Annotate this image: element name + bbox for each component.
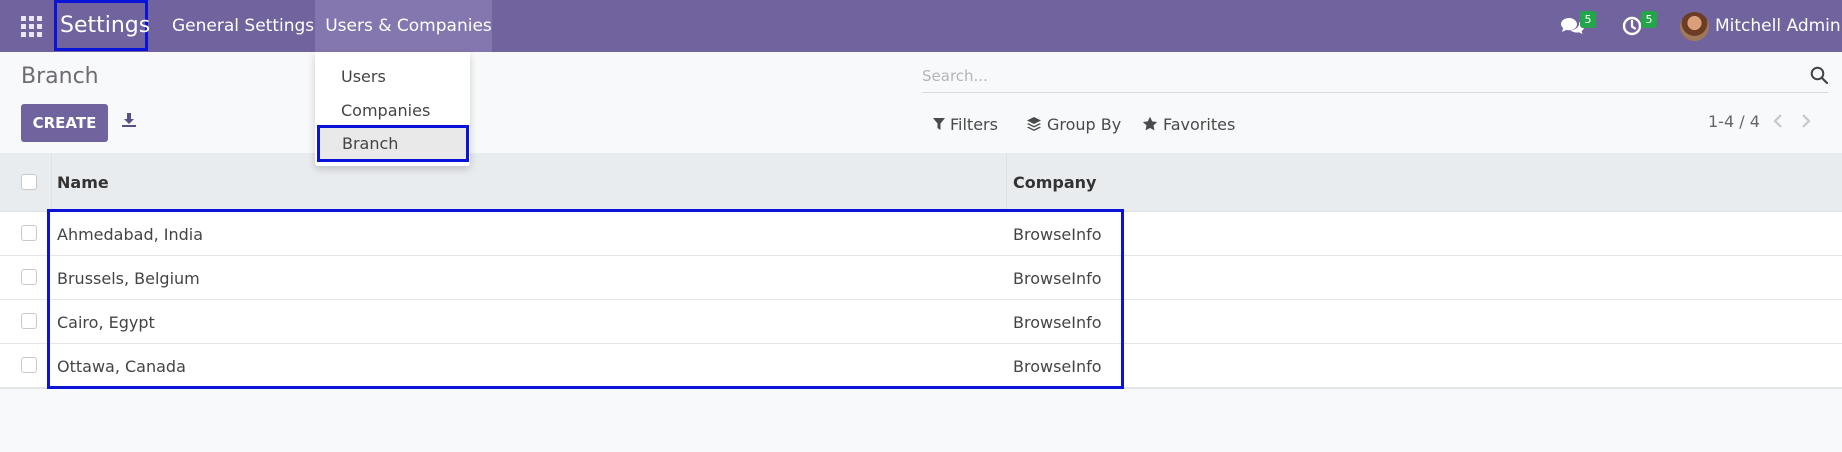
cell-company[interactable]: BrowseInfo <box>1013 344 1102 388</box>
search-input[interactable] <box>922 64 1782 88</box>
row-checkbox[interactable] <box>21 357 37 373</box>
table-bottom-border <box>0 388 1842 389</box>
row-checkbox[interactable] <box>21 269 37 285</box>
pager-previous-button[interactable] <box>1772 113 1786 133</box>
cell-company[interactable]: BrowseInfo <box>1013 212 1102 256</box>
column-header-company[interactable]: Company <box>1013 153 1096 212</box>
filters-label: Filters <box>950 114 998 134</box>
filters-button[interactable]: Filters <box>933 112 998 136</box>
favorites-button[interactable]: Favorites <box>1142 112 1235 136</box>
column-divider[interactable] <box>1006 153 1007 212</box>
users-companies-dropdown: Users Companies Branch <box>315 52 470 166</box>
menu-users-companies[interactable]: Users & Companies <box>315 0 492 52</box>
messages-count-badge: 5 <box>1580 11 1596 28</box>
cell-name[interactable]: Cairo, Egypt <box>57 300 155 344</box>
clock-icon <box>1622 16 1642 36</box>
download-icon <box>122 113 136 127</box>
activities-count-badge: 5 <box>1641 11 1657 28</box>
group-by-label: Group By <box>1047 114 1122 134</box>
export-button[interactable] <box>121 112 137 128</box>
group-by-button[interactable]: Group By <box>1026 112 1121 136</box>
top-navbar: Settings General Settings Users & Compan… <box>0 0 1842 52</box>
row-checkbox[interactable] <box>21 313 37 329</box>
dropdown-item-companies[interactable]: Companies <box>341 96 430 124</box>
table-row[interactable]: Cairo, Egypt BrowseInfo <box>0 300 1842 344</box>
cell-name[interactable]: Brussels, Belgium <box>57 256 200 300</box>
pager-value[interactable]: 1-4 / 4 <box>1708 112 1760 131</box>
table-row[interactable]: Ottawa, Canada BrowseInfo <box>0 344 1842 388</box>
filter-icon <box>933 118 945 130</box>
cell-name[interactable]: Ottawa, Canada <box>57 344 186 388</box>
pager-next-button[interactable] <box>1800 113 1814 133</box>
cell-company[interactable]: BrowseInfo <box>1013 300 1102 344</box>
layers-icon <box>1027 117 1041 131</box>
menu-general-settings[interactable]: General Settings <box>172 0 314 52</box>
cell-company[interactable]: BrowseInfo <box>1013 256 1102 300</box>
row-checkbox[interactable] <box>21 225 37 241</box>
search-bar <box>922 58 1828 93</box>
chevron-right-icon <box>1802 114 1811 128</box>
cell-name[interactable]: Ahmedabad, India <box>57 212 203 256</box>
create-button[interactable]: CREATE <box>21 104 108 142</box>
dropdown-item-users[interactable]: Users <box>341 62 386 90</box>
activities-button[interactable] <box>1622 0 1642 52</box>
user-avatar[interactable] <box>1680 12 1709 41</box>
table-row[interactable]: Brussels, Belgium BrowseInfo <box>0 256 1842 300</box>
table-header: Name Company <box>0 153 1842 212</box>
star-icon <box>1142 116 1158 131</box>
user-name[interactable]: Mitchell Admin <box>1715 0 1841 52</box>
table-row[interactable]: Ahmedabad, India BrowseInfo <box>0 212 1842 256</box>
chevron-left-icon <box>1773 114 1782 128</box>
select-all-checkbox[interactable] <box>21 174 37 190</box>
column-divider <box>51 153 52 212</box>
favorites-label: Favorites <box>1163 114 1236 134</box>
column-header-name[interactable]: Name <box>57 153 109 212</box>
search-icon[interactable] <box>1810 66 1828 84</box>
page-title[interactable]: Branch <box>21 64 99 89</box>
dropdown-item-branch[interactable]: Branch <box>317 125 469 162</box>
apps-menu-icon[interactable] <box>21 16 42 37</box>
app-brand[interactable]: Settings <box>54 0 150 51</box>
